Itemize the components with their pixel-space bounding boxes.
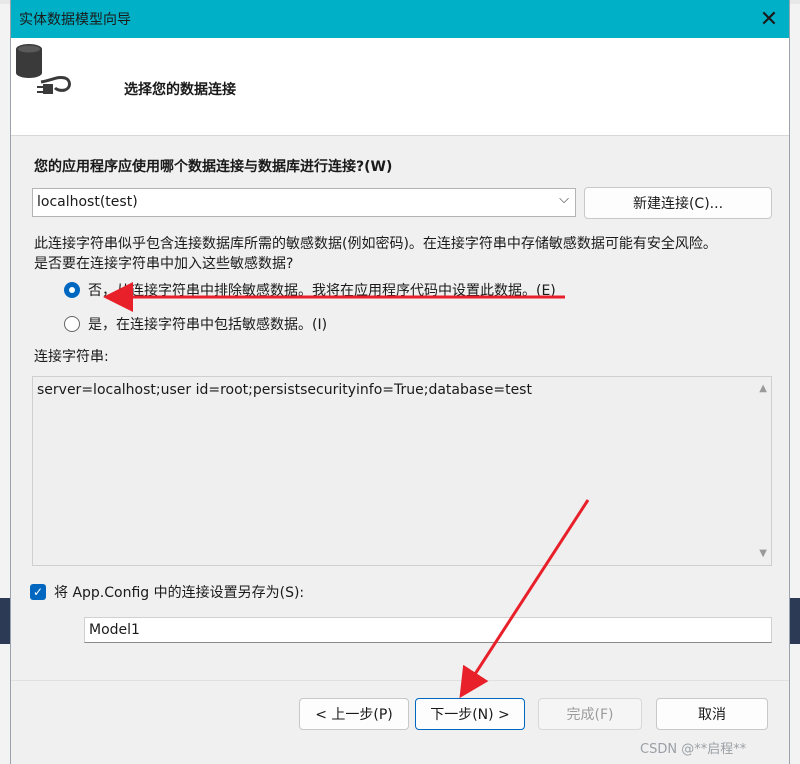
back-button[interactable]: < 上一步(P) xyxy=(299,698,409,730)
radio-include-label: 是，在连接字符串中包括敏感数据。(I) xyxy=(88,317,328,333)
radio-include-sensitive[interactable]: 是，在连接字符串中包括敏感数据。(I) xyxy=(64,314,327,334)
close-icon: ✕ xyxy=(759,6,779,32)
save-config-checkbox[interactable]: ✓ 将 App.Config 中的连接设置另存为(S): xyxy=(30,582,304,602)
page-title: 选择您的数据连接 xyxy=(124,82,236,98)
new-connection-button[interactable]: 新建连接(C)... xyxy=(584,187,772,219)
entity-data-model-wizard: 实体数据模型向导 ✕ 选择您的数据连接 您的应用程序应使用哪个数据连接与数据库进… xyxy=(10,0,790,764)
scroll-up-icon[interactable]: ▲ xyxy=(759,383,767,394)
cancel-button[interactable]: 取消 xyxy=(656,698,768,730)
close-button[interactable]: ✕ xyxy=(751,1,787,37)
connection-dropdown[interactable]: localhost(test) ⌵ xyxy=(32,188,576,217)
wizard-header: 选择您的数据连接 xyxy=(11,38,789,136)
chevron-down-icon: ⌵ xyxy=(559,192,569,207)
connection-question: 您的应用程序应使用哪个数据连接与数据库进行连接?(W) xyxy=(34,159,393,175)
background-taskbar-left xyxy=(0,598,10,644)
radio-exclude-indicator[interactable] xyxy=(64,282,80,298)
next-button[interactable]: 下一步(N) > xyxy=(415,698,525,730)
footer-divider xyxy=(11,680,789,681)
window-title: 实体数据模型向导 xyxy=(19,12,131,28)
connection-string-box[interactable]: server=localhost;user id=root;persistsec… xyxy=(32,376,772,566)
radio-include-indicator[interactable] xyxy=(64,316,80,332)
radio-exclude-label: 否，从连接字符串中排除敏感数据。我将在应用程序代码中设置此数据。(E) xyxy=(88,283,556,299)
database-plug-icon xyxy=(16,44,71,94)
check-icon[interactable]: ✓ xyxy=(30,584,46,600)
sensitive-data-question: 是否要在连接字符串中加入这些敏感数据? xyxy=(34,256,294,272)
connection-name-input[interactable] xyxy=(84,617,772,643)
connection-string-label: 连接字符串: xyxy=(34,349,109,365)
radio-exclude-sensitive[interactable]: 否，从连接字符串中排除敏感数据。我将在应用程序代码中设置此数据。(E) xyxy=(64,280,556,300)
csdn-watermark: CSDN @**启程** xyxy=(640,742,747,757)
connection-string-scrollbar[interactable]: ▲ ▼ xyxy=(753,377,771,565)
save-config-label: 将 App.Config 中的连接设置另存为(S): xyxy=(54,585,305,601)
sensitive-data-warning: 此连接字符串似乎包含连接数据库所需的敏感数据(例如密码)。在连接字符串中存储敏感… xyxy=(34,236,717,252)
finish-button: 完成(F) xyxy=(538,698,642,730)
scroll-down-icon[interactable]: ▼ xyxy=(759,548,767,559)
connection-dropdown-value: localhost(test) xyxy=(37,194,138,210)
title-bar: 实体数据模型向导 ✕ xyxy=(11,0,789,38)
connection-string-value: server=localhost;user id=root;persistsec… xyxy=(37,382,532,398)
